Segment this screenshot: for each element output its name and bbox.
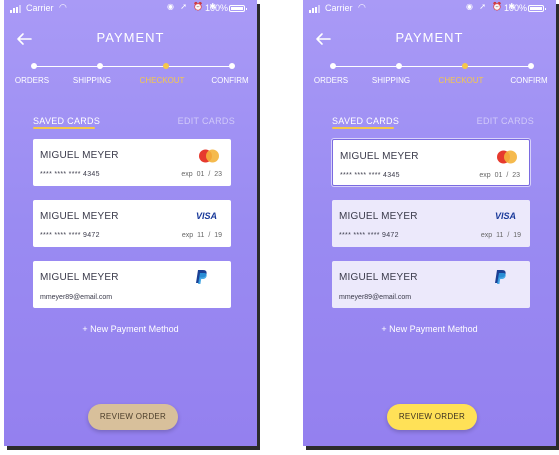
visa-logo: VISA <box>494 211 516 221</box>
payment-screen-default: Carrier ◠ ◉ ➚ ⏰ ✱ 100% PAYMENT ORDERS SH… <box>4 0 257 446</box>
step-dot-checkout <box>462 63 468 69</box>
review-order-button[interactable]: REVIEW ORDER <box>88 404 178 430</box>
tab-edit-cards[interactable]: EDIT CARDS <box>178 116 235 126</box>
payment-screen-selected: Carrier ◠ ◉ ➚ ⏰ ✱ 100% PAYMENT ORDERS SH… <box>303 0 556 446</box>
card-holder-name: MIGUEL MEYER <box>339 211 418 222</box>
card-number: **** **** **** 9472 <box>40 232 100 239</box>
card-expiry: exp 11 / 19 <box>480 232 521 239</box>
signal-icon <box>10 5 21 13</box>
tab-saved-cards[interactable]: SAVED CARDS <box>332 116 399 126</box>
card-number: **** **** **** 4345 <box>340 172 400 179</box>
mastercard-icon <box>497 150 517 164</box>
paypal-icon <box>196 270 207 284</box>
card-number: **** **** **** 9472 <box>339 232 399 239</box>
card-holder-name: MIGUEL MEYER <box>40 150 119 161</box>
active-tab-indicator <box>33 127 95 129</box>
step-dot-orders <box>330 63 336 69</box>
card-holder-name: MIGUEL MEYER <box>40 211 119 222</box>
step-shipping[interactable]: SHIPPING <box>361 76 421 85</box>
step-dot-orders <box>31 63 37 69</box>
tab-edit-cards[interactable]: EDIT CARDS <box>477 116 534 126</box>
step-confirm[interactable]: CONFIRM <box>200 76 257 85</box>
carrier-label: Carrier <box>26 3 54 13</box>
step-orders[interactable]: ORDERS <box>4 76 62 85</box>
saved-card-mastercard[interactable]: MIGUEL MEYER **** **** **** 4345 exp 01 … <box>33 139 231 186</box>
tab-saved-cards[interactable]: SAVED CARDS <box>33 116 100 126</box>
battery-percent: 100% <box>504 3 528 13</box>
wifi-icon: ◠ <box>358 2 366 12</box>
card-holder-name: MIGUEL MEYER <box>340 151 419 162</box>
saved-card-visa[interactable]: MIGUEL MEYER VISA **** **** **** 9472 ex… <box>332 200 530 247</box>
step-dot-shipping <box>396 63 402 69</box>
battery-percent: 100% <box>205 3 229 13</box>
new-payment-method-link[interactable]: + New Payment Method <box>4 324 257 334</box>
step-confirm[interactable]: CONFIRM <box>499 76 556 85</box>
step-checkout[interactable]: CHECKOUT <box>132 76 192 85</box>
active-tab-indicator <box>332 127 394 129</box>
card-holder-name: MIGUEL MEYER <box>339 272 418 283</box>
visa-logo: VISA <box>195 211 217 221</box>
step-shipping[interactable]: SHIPPING <box>62 76 122 85</box>
new-payment-method-link[interactable]: + New Payment Method <box>303 324 556 334</box>
status-bar: Carrier ◠ ◉ ➚ ⏰ ✱ 100% <box>303 2 556 15</box>
saved-card-paypal[interactable]: MIGUEL MEYER mmeyer89@email.com <box>33 261 231 308</box>
card-number: **** **** **** 4345 <box>40 171 100 178</box>
saved-card-paypal[interactable]: MIGUEL MEYER mmeyer89@email.com <box>332 261 530 308</box>
wifi-icon: ◠ <box>59 2 67 12</box>
card-expiry: exp 01 / 23 <box>479 172 520 179</box>
progress-line <box>333 66 532 67</box>
page-title: PAYMENT <box>96 30 165 45</box>
progress-line <box>34 66 233 67</box>
review-order-button[interactable]: REVIEW ORDER <box>387 404 477 430</box>
paypal-email: mmeyer89@email.com <box>40 294 113 301</box>
step-dot-confirm <box>229 63 235 69</box>
page-title: PAYMENT <box>395 30 464 45</box>
step-checkout[interactable]: CHECKOUT <box>431 76 491 85</box>
saved-card-mastercard[interactable]: MIGUEL MEYER **** **** **** 4345 exp 01 … <box>332 139 530 186</box>
paypal-icon <box>495 270 506 284</box>
step-orders[interactable]: ORDERS <box>303 76 361 85</box>
battery-icon <box>229 5 247 12</box>
card-expiry: exp 01 / 23 <box>181 171 222 178</box>
signal-icon <box>309 5 320 13</box>
step-dot-confirm <box>528 63 534 69</box>
status-bar: Carrier ◠ ◉ ➚ ⏰ ✱ 100% <box>4 2 257 15</box>
battery-icon <box>528 5 546 12</box>
card-holder-name: MIGUEL MEYER <box>40 272 119 283</box>
mastercard-icon <box>199 149 219 163</box>
step-dot-checkout <box>163 63 169 69</box>
carrier-label: Carrier <box>325 3 353 13</box>
paypal-email: mmeyer89@email.com <box>339 294 412 301</box>
step-dot-shipping <box>97 63 103 69</box>
card-expiry: exp 11 / 19 <box>181 232 222 239</box>
saved-card-visa[interactable]: MIGUEL MEYER VISA **** **** **** 9472 ex… <box>33 200 231 247</box>
